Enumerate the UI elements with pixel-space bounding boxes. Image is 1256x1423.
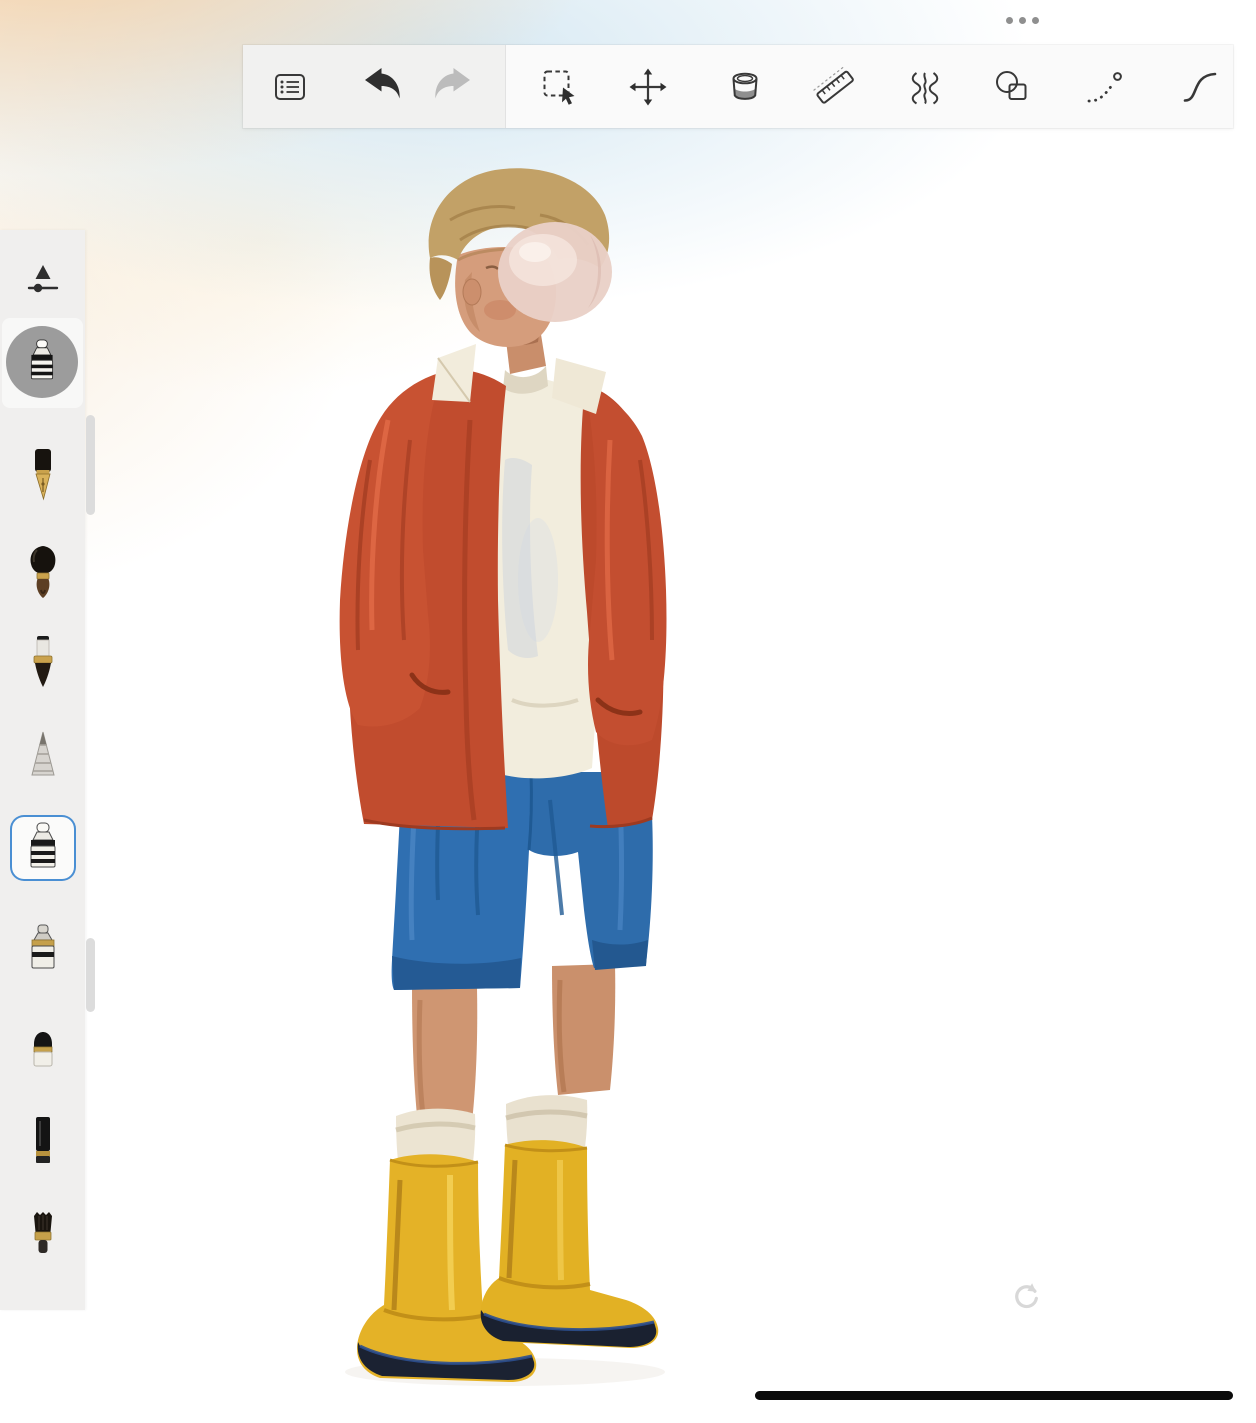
ruler-tool-button[interactable] — [806, 58, 864, 116]
active-tool-button[interactable] — [6, 326, 78, 398]
undo-arrow-icon — [365, 67, 400, 98]
ear — [462, 278, 482, 306]
jacket-right-sleeve — [585, 385, 667, 746]
refresh-icon[interactable] — [1010, 1280, 1042, 1315]
flat-brush-icon — [33, 1212, 52, 1253]
paint-bucket-icon — [732, 72, 758, 100]
shapes-tool-button[interactable] — [983, 58, 1041, 116]
redo-arrow-icon — [435, 67, 470, 98]
eraser-icon — [33, 1032, 52, 1067]
circle-square-icon — [996, 70, 1027, 100]
grain-cone-icon — [30, 731, 55, 776]
panel-scrollbar-upper[interactable] — [86, 415, 95, 515]
brush-flat-brush[interactable] — [0, 1199, 85, 1271]
triangle-slider-icon — [27, 265, 58, 293]
ellipsis-dot — [1006, 17, 1013, 24]
liquify-waves-icon — [911, 71, 939, 104]
list-icon — [275, 73, 305, 100]
brush-grain-cone[interactable] — [0, 721, 85, 793]
marker-icon — [30, 822, 55, 868]
move-arrows-icon — [629, 68, 667, 105]
right-boot — [480, 1140, 659, 1348]
dotted-curve-ring-icon — [1087, 71, 1122, 102]
selection-tool-button[interactable] — [531, 58, 589, 116]
ellipsis-dot — [1019, 17, 1026, 24]
move-transform-button[interactable] — [619, 58, 677, 116]
round-brush-icon — [33, 636, 52, 687]
brush-eraser[interactable] — [0, 1012, 85, 1084]
fountain-pen-icon — [34, 449, 51, 501]
stabilized-stroke-button[interactable] — [1076, 58, 1134, 116]
canvas-artwork[interactable] — [300, 160, 700, 1400]
redo-button[interactable] — [426, 58, 484, 116]
paint-app-screen — [0, 0, 1256, 1423]
charcoal-icon — [35, 1117, 50, 1163]
fill-tool-button[interactable] — [716, 58, 774, 116]
collar-left — [432, 344, 476, 402]
canvas-options-ellipsis-icon[interactable] — [1002, 13, 1043, 28]
toolbar-divider — [505, 45, 506, 128]
marquee-select-icon — [543, 70, 575, 105]
brush-size-slider-button[interactable] — [0, 244, 85, 316]
curve-tool-button[interactable] — [1171, 58, 1229, 116]
home-indicator-bar[interactable] — [755, 1391, 1233, 1400]
brush-fountain-pen[interactable] — [0, 439, 85, 511]
ruler-icon — [813, 66, 854, 104]
brush-panel — [0, 230, 85, 1310]
undo-button[interactable] — [351, 58, 409, 116]
curve-stroke-icon — [1183, 72, 1217, 102]
liquify-tool-button[interactable] — [896, 58, 954, 116]
chisel-marker-icon — [31, 924, 54, 969]
brush-ink-brush[interactable] — [0, 536, 85, 608]
ink-brush-icon — [30, 546, 55, 598]
ellipsis-dot — [1032, 17, 1039, 24]
brush-round-brush[interactable] — [0, 626, 85, 698]
top-toolbar — [243, 45, 1233, 128]
brush-charcoal[interactable] — [0, 1106, 85, 1178]
brush-marker[interactable] — [0, 812, 85, 884]
panel-scrollbar-lower[interactable] — [86, 938, 95, 1012]
layer-list-button[interactable] — [261, 58, 319, 116]
marker-icon — [30, 339, 54, 380]
brush-chisel-marker[interactable] — [0, 914, 85, 986]
